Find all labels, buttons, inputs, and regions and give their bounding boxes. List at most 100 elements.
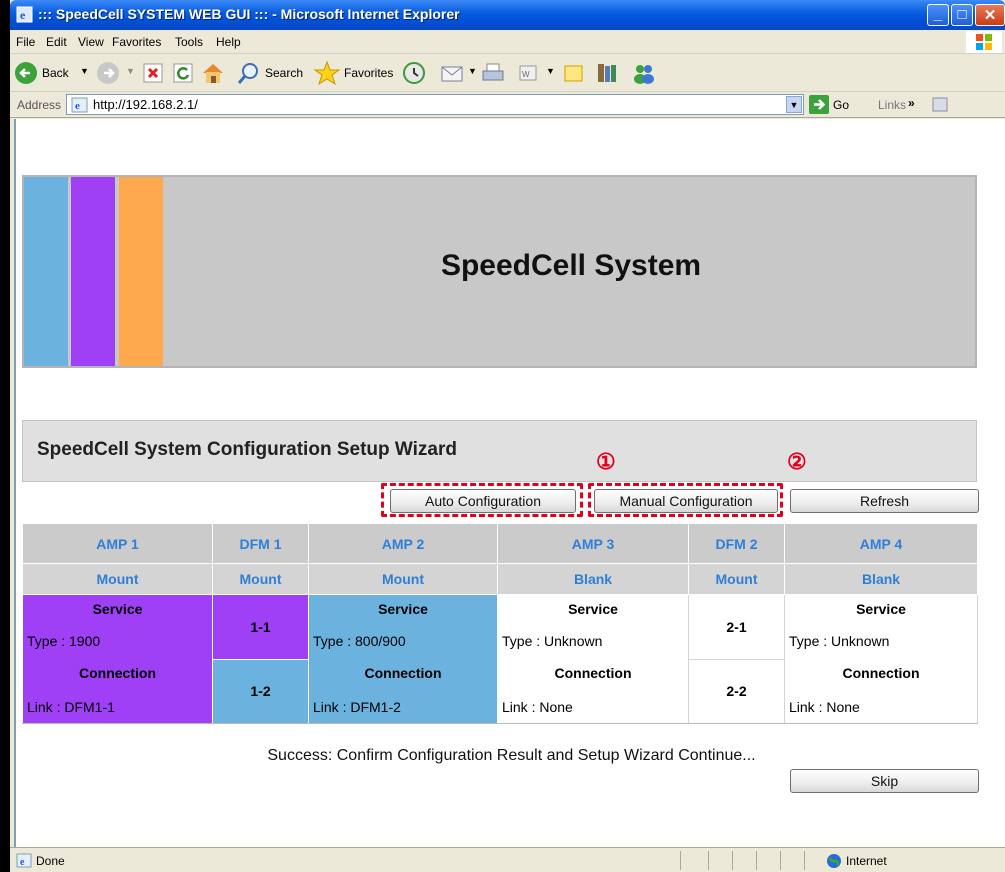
close-icon: ✕ — [983, 7, 997, 24]
menu-bar: File Edit View Favorites Tools Help — [10, 30, 1005, 54]
back-button-label[interactable]: Back — [42, 66, 69, 80]
status-divider — [780, 851, 781, 870]
edit-icon[interactable]: W — [516, 60, 540, 86]
status-text: Done — [36, 854, 65, 868]
home-icon[interactable] — [200, 60, 226, 86]
history-icon[interactable] — [401, 60, 427, 86]
forward-dropdown-icon[interactable]: ▼ — [126, 66, 135, 76]
edit-dropdown-icon[interactable]: ▼ — [546, 66, 555, 76]
amp3-cell: Service Type : Unknown Connection Link :… — [497, 594, 689, 724]
address-field[interactable]: e http://192.168.2.1/ ▼ — [66, 94, 804, 115]
links-label[interactable]: Links — [878, 98, 906, 112]
close-button[interactable]: ✕ — [975, 4, 1005, 26]
svg-text:e: e — [20, 8, 26, 22]
banner-title: SpeedCell System — [440, 249, 702, 282]
amp2-connection-label: Connection — [364, 665, 442, 681]
mount-amp3: Blank — [497, 563, 689, 595]
amp4-connection-label: Connection — [842, 665, 920, 681]
manual-configuration-button[interactable]: Manual Configuration — [594, 489, 778, 513]
ie-icon: e — [16, 6, 33, 23]
back-arrow-icon[interactable] — [14, 60, 38, 86]
status-message: Success: Confirm Configuration Result an… — [267, 747, 756, 764]
amp1-service-label: Service — [92, 601, 143, 617]
print-icon[interactable] — [480, 60, 506, 86]
maximize-button[interactable]: □ — [951, 4, 973, 26]
amp3-type: Type : Unknown — [502, 633, 603, 649]
forward-arrow-icon[interactable] — [96, 60, 120, 86]
svg-text:e: e — [75, 100, 80, 112]
go-arrow-icon[interactable] — [809, 95, 829, 114]
menu-file[interactable]: File — [16, 35, 35, 49]
stop-icon[interactable] — [141, 60, 165, 86]
amp4-type: Type : Unknown — [789, 633, 890, 649]
status-bar: e Done Internet — [10, 847, 1005, 872]
amp4-link: Link : None — [789, 699, 860, 715]
mount-amp2: Mount — [308, 563, 498, 595]
favorites-button-label[interactable]: Favorites — [344, 66, 393, 80]
annotation-2: ② — [787, 449, 807, 474]
refresh-button[interactable]: Refresh — [790, 489, 979, 513]
menu-help[interactable]: Help — [216, 35, 241, 49]
favorites-star-icon[interactable] — [313, 60, 341, 86]
menu-tools[interactable]: Tools — [175, 35, 203, 49]
mount-amp1: Mount — [22, 563, 213, 595]
amp4-service-label: Service — [856, 601, 906, 617]
messenger-icon[interactable] — [630, 60, 658, 86]
dfm2-slot-2-1: 2-1 — [688, 594, 785, 660]
title-bar: e ::: SpeedCell SYSTEM WEB GUI ::: - Mic… — [10, 0, 1005, 30]
windows-logo-icon — [966, 31, 1002, 53]
go-button-label[interactable]: Go — [833, 98, 849, 112]
menu-favorites[interactable]: Favorites — [112, 35, 161, 49]
window-title: ::: SpeedCell SYSTEM WEB GUI ::: - Micro… — [38, 6, 460, 22]
amp3-service-label: Service — [568, 601, 618, 617]
status-divider — [804, 851, 805, 870]
amp2-service-label: Service — [378, 601, 428, 617]
svg-text:e: e — [20, 857, 25, 868]
mail-icon[interactable] — [439, 60, 465, 86]
dfm1-slot-1-2: 1-2 — [212, 658, 309, 724]
banner-stripe-purple — [71, 177, 115, 366]
back-dropdown-icon[interactable]: ▼ — [80, 66, 89, 76]
security-zone-label: Internet — [846, 854, 887, 868]
amp1-link: Link : DFM1-1 — [27, 699, 115, 715]
amp2-type: Type : 800/900 — [313, 633, 406, 649]
amp2-cell: Service Type : 800/900 Connection Link :… — [308, 594, 498, 724]
status-divider — [680, 851, 681, 870]
address-bar: Address e http://192.168.2.1/ ▼ Go Links… — [10, 92, 1005, 118]
menu-view[interactable]: View — [78, 35, 104, 49]
refresh-icon[interactable] — [171, 60, 195, 86]
status-divider — [756, 851, 757, 870]
amp2-link: Link : DFM1-2 — [313, 699, 401, 715]
dfm1-slot-1-1: 1-1 — [212, 594, 309, 660]
menu-edit[interactable]: Edit — [46, 35, 67, 49]
banner-stripe-orange — [119, 177, 163, 366]
toolbar: Back ▼ ▼ Search Favorites ▼ W ▼ — [10, 54, 1005, 92]
header-dfm2: DFM 2 — [688, 523, 785, 564]
skip-button[interactable]: Skip — [790, 769, 979, 793]
address-dropdown-icon[interactable]: ▼ — [786, 96, 802, 113]
search-button-label[interactable]: Search — [265, 66, 303, 80]
svg-text:W: W — [522, 70, 530, 79]
amp3-link: Link : None — [502, 699, 573, 715]
page-content: SpeedCell System SpeedCell System Config… — [14, 119, 1005, 847]
banner: SpeedCell System — [22, 175, 977, 368]
research-icon[interactable] — [594, 60, 620, 86]
header-dfm1: DFM 1 — [212, 523, 309, 564]
wizard-header: SpeedCell System Configuration Setup Wiz… — [22, 420, 977, 482]
maximize-icon: □ — [957, 6, 967, 23]
header-amp3: AMP 3 — [497, 523, 689, 564]
address-url[interactable]: http://192.168.2.1/ — [93, 97, 198, 112]
links-chevron-icon[interactable]: » — [908, 96, 915, 110]
discuss-icon[interactable] — [561, 60, 585, 86]
minimize-button[interactable]: _ — [927, 4, 949, 26]
banner-stripe-blue — [24, 177, 68, 366]
dfm2-slot-2-2: 2-2 — [688, 658, 785, 724]
amp1-connection-label: Connection — [79, 665, 156, 681]
header-amp2: AMP 2 — [308, 523, 498, 564]
extension-icon[interactable] — [931, 96, 949, 113]
module-table: AMP 1 DFM 1 AMP 2 AMP 3 DFM 2 AMP 4 Moun… — [22, 523, 978, 724]
auto-configuration-button[interactable]: Auto Configuration — [390, 489, 576, 513]
search-icon[interactable] — [236, 60, 262, 86]
mail-dropdown-icon[interactable]: ▼ — [468, 66, 477, 76]
internet-globe-icon — [827, 854, 841, 868]
